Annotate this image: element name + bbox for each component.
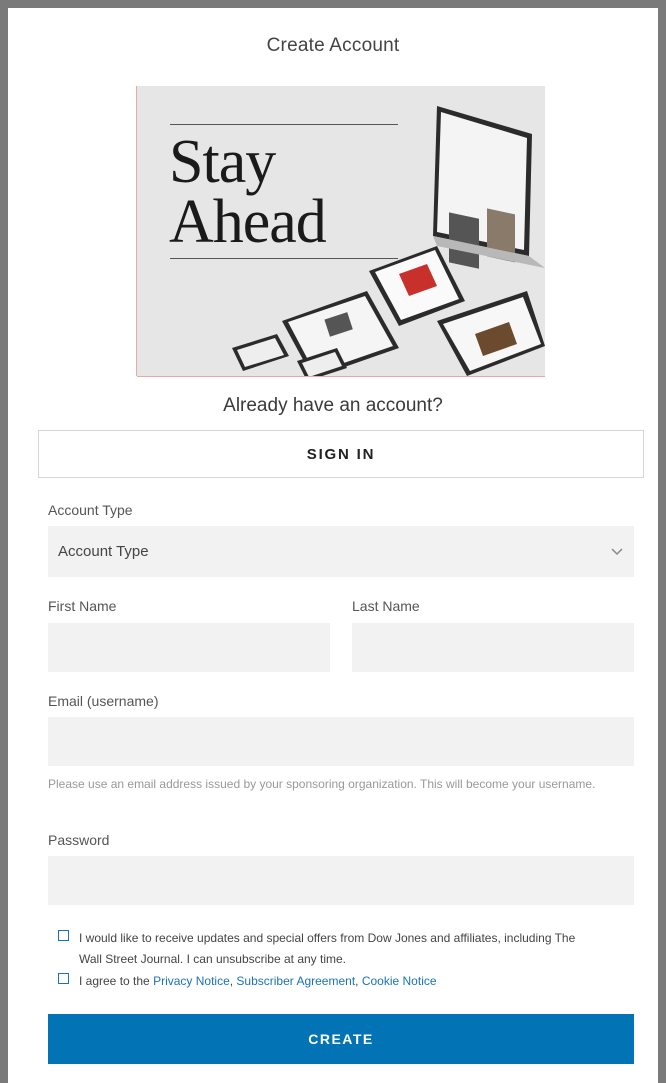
account-type-label: Account Type xyxy=(48,502,133,518)
agree-terms-row: I agree to the Privacy Notice, Subscribe… xyxy=(58,971,598,992)
email-input[interactable] xyxy=(48,717,634,766)
password-label: Password xyxy=(48,832,110,848)
cookie-notice-link[interactable]: Cookie Notice xyxy=(362,974,437,988)
offers-consent-row: I would like to receive updates and spec… xyxy=(58,928,598,970)
subscriber-agreement-link[interactable]: Subscriber Agreement xyxy=(236,974,355,988)
create-button[interactable]: CREATE xyxy=(48,1014,634,1064)
password-input[interactable] xyxy=(48,856,634,905)
sign-in-button[interactable]: SIGN IN xyxy=(38,430,644,478)
email-help-text: Please use an email address issued by yo… xyxy=(48,777,596,791)
chevron-down-icon xyxy=(611,548,623,556)
privacy-notice-link[interactable]: Privacy Notice xyxy=(153,974,230,988)
offers-checkbox[interactable] xyxy=(58,930,69,941)
agree-checkbox[interactable] xyxy=(58,973,69,984)
first-name-label: First Name xyxy=(48,598,117,614)
agree-prefix: I agree to the xyxy=(79,974,154,988)
devices-illustration xyxy=(232,106,545,376)
email-label: Email (username) xyxy=(48,693,159,709)
last-name-input[interactable] xyxy=(352,623,634,672)
create-account-panel: Create Account Stay Ahead Already have a… xyxy=(8,8,658,1083)
first-name-input[interactable] xyxy=(48,623,330,672)
agree-separator-2: , xyxy=(355,974,362,988)
promo-image: Stay Ahead xyxy=(137,86,545,376)
agree-terms-text: I agree to the Privacy Notice, Subscribe… xyxy=(79,971,437,992)
offers-consent-text: I would like to receive updates and spec… xyxy=(79,931,576,966)
laptop-illustration xyxy=(433,106,545,269)
account-type-value: Account Type xyxy=(58,543,149,560)
already-have-account-text: Already have an account? xyxy=(223,395,443,416)
account-type-select[interactable]: Account Type xyxy=(48,526,634,577)
last-name-label: Last Name xyxy=(352,598,420,614)
page-title: Create Account xyxy=(266,35,400,56)
